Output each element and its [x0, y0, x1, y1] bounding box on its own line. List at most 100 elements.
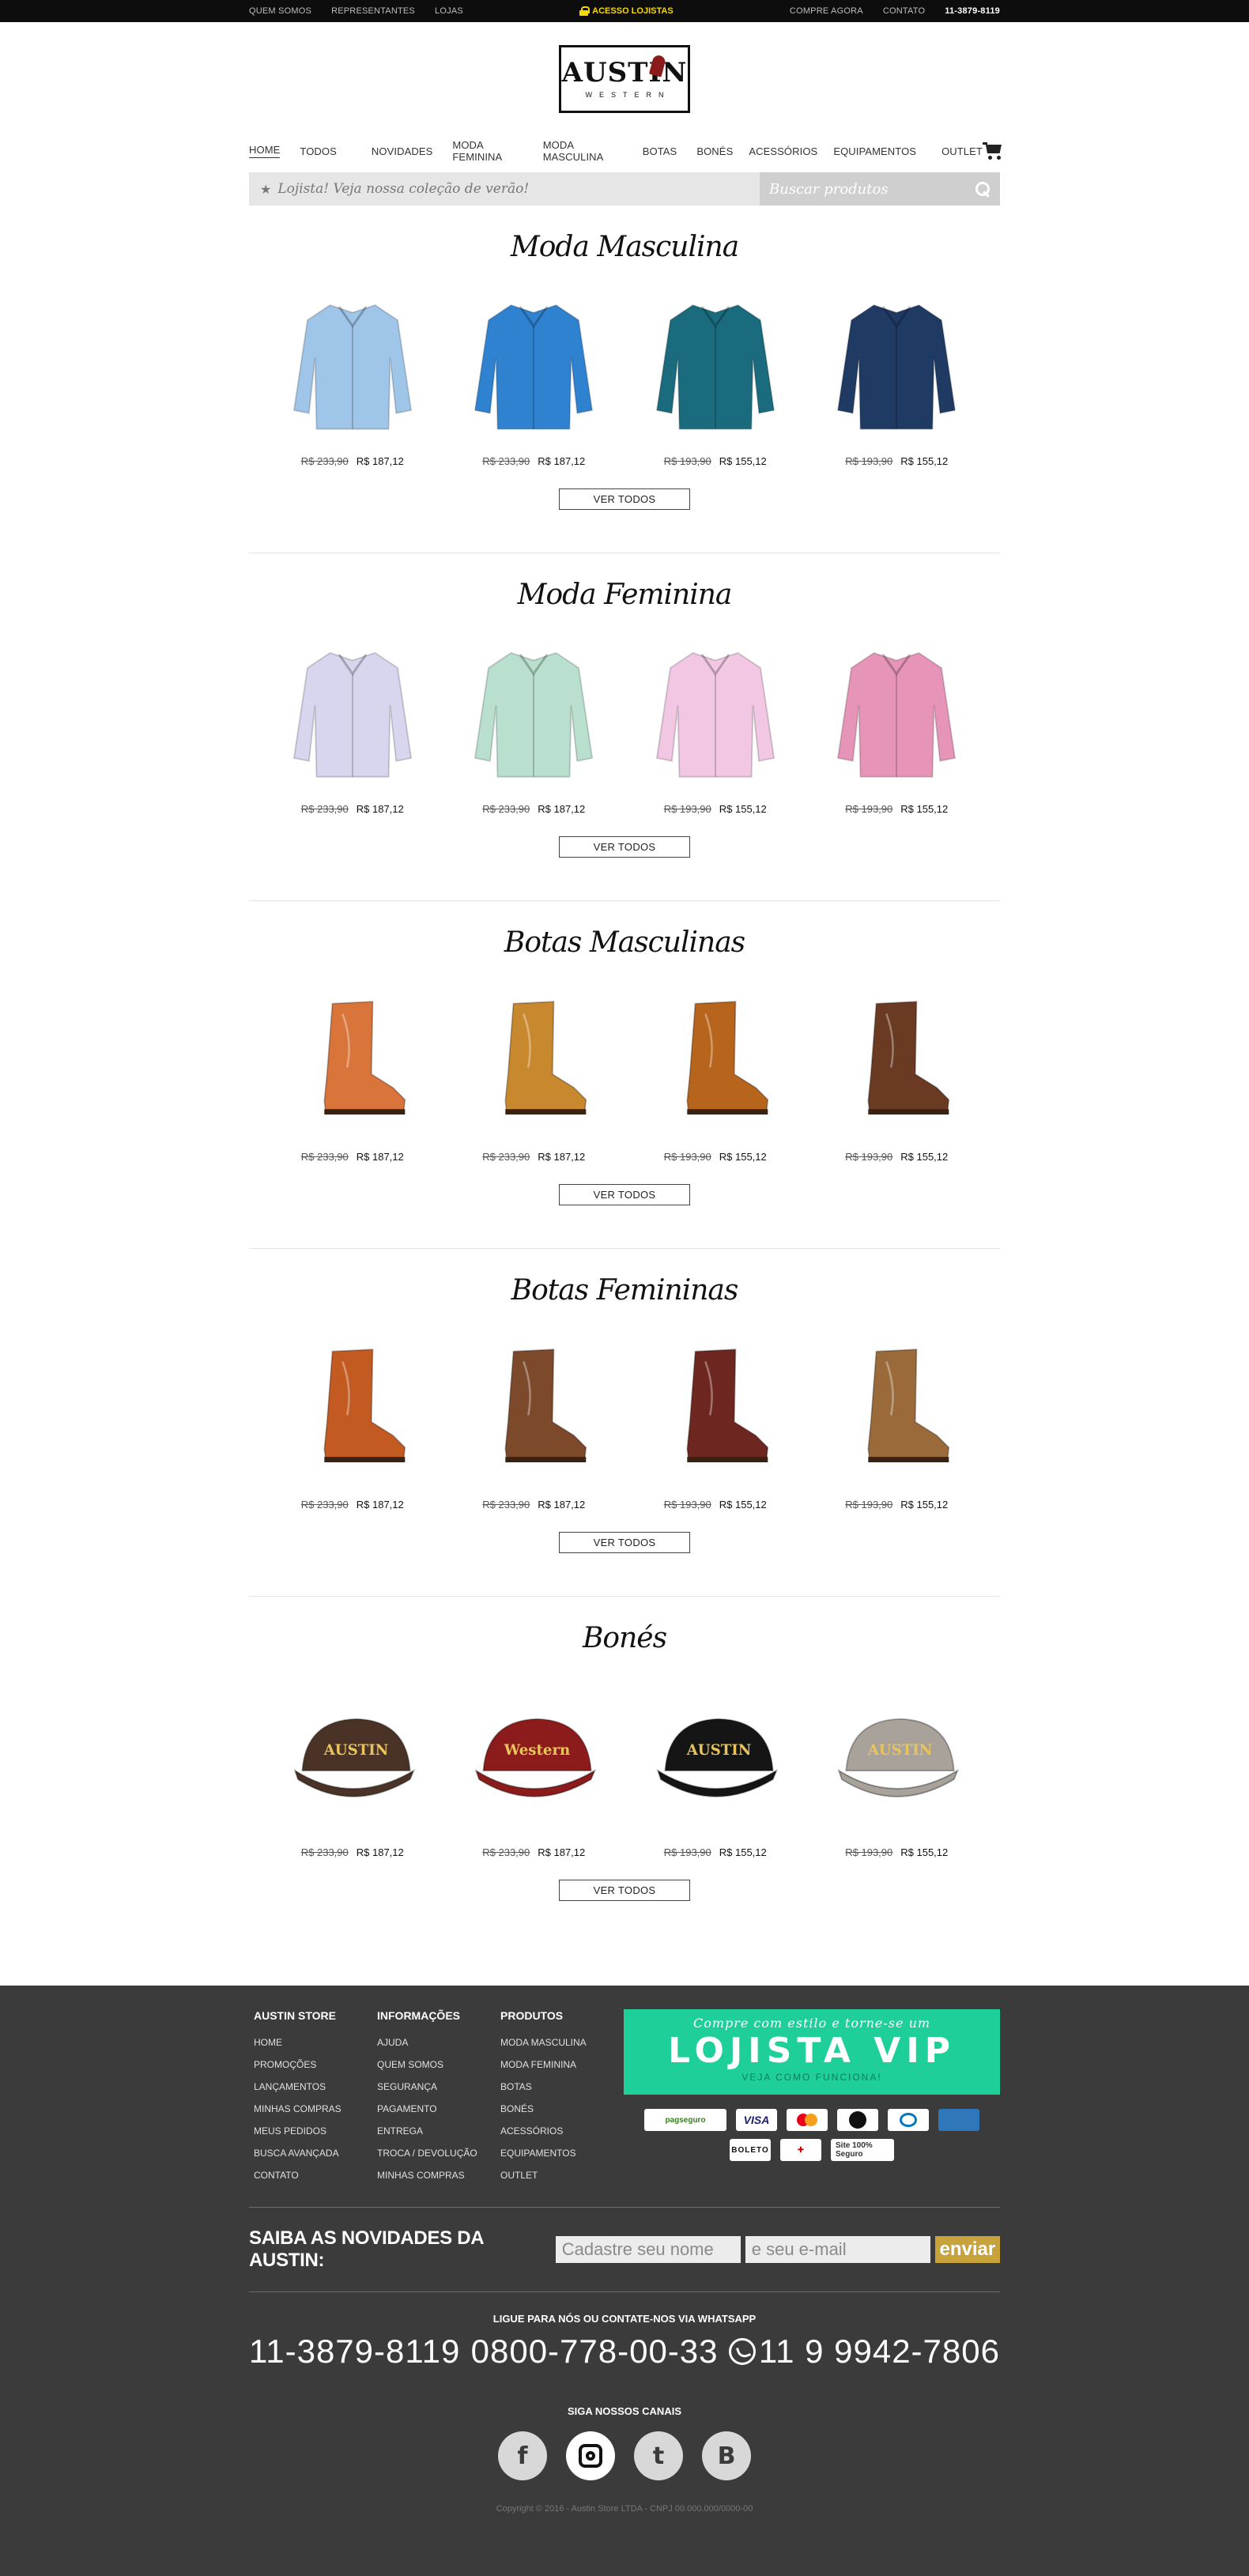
nav-outlet[interactable]: OUTLET [941, 145, 983, 157]
product-card[interactable]: R$ 233,90 R$ 187,12 [447, 1329, 621, 1511]
product-card[interactable]: R$ 193,90 R$ 155,12 [809, 286, 983, 467]
search-icon[interactable] [975, 181, 991, 197]
product-image[interactable] [274, 634, 432, 792]
twitter-icon[interactable]: t [634, 2431, 683, 2480]
footer-link-ajuda[interactable]: AJUDA [377, 2031, 496, 2054]
search-input[interactable] [769, 180, 975, 198]
product-card[interactable]: R$ 193,90 R$ 155,12 [809, 634, 983, 815]
footer-link-equipamentos[interactable]: EQUIPAMENTOS [500, 2142, 619, 2164]
product-card[interactable]: R$ 233,90 R$ 187,12 [266, 286, 440, 467]
product-image[interactable] [636, 982, 794, 1140]
footer-link-moda-feminina[interactable]: MODA FEMININA [500, 2054, 619, 2076]
ver-todos-button[interactable]: VER TODOS [559, 1184, 690, 1205]
top-phone[interactable]: 11-3879-8119 [945, 6, 1000, 16]
austin-logo[interactable]: AUSTIN WESTERN [559, 45, 690, 113]
product-image[interactable] [274, 286, 432, 444]
facebook-icon[interactable]: f [498, 2431, 547, 2480]
product-image[interactable] [817, 982, 975, 1140]
nav-acessorios[interactable]: ACESSÓRIOS [749, 145, 817, 157]
product-card[interactable]: R$ 233,90 R$ 187,12 [447, 982, 621, 1163]
nav-moda-masculina[interactable]: MODA MASCULINA [543, 139, 623, 163]
nav-todos[interactable]: TODOS [300, 145, 337, 157]
product-card[interactable]: Western R$ 233,90 R$ 187,12 [447, 1677, 621, 1858]
whatsapp-phone[interactable]: 11 9 9942-7806 [728, 2333, 1000, 2370]
product-image[interactable]: AUSTIN [636, 1677, 794, 1835]
nav-equipamentos[interactable]: EQUIPAMENTOS [833, 145, 916, 157]
product-image[interactable]: AUSTIN [274, 1677, 432, 1835]
link-contato[interactable]: CONTATO [883, 6, 925, 16]
product-image[interactable] [455, 286, 613, 444]
acesso-lojistas-link[interactable]: ACESSO LOJISTAS [579, 6, 674, 16]
nav-novidades[interactable]: NOVIDADES [372, 145, 432, 157]
footer-link-seguranca[interactable]: SEGURANÇA [377, 2076, 496, 2098]
product-image[interactable] [817, 634, 975, 792]
ver-todos-button[interactable]: VER TODOS [559, 488, 690, 510]
footer-link-entrega[interactable]: ENTREGA [377, 2120, 496, 2142]
footer-link-lancamentos[interactable]: LANÇAMENTOS [254, 2076, 372, 2098]
product-card[interactable]: R$ 193,90 R$ 155,12 [809, 1329, 983, 1511]
footer-link-outlet[interactable]: OUTLET [500, 2164, 619, 2186]
lojista-vip-banner[interactable]: Compre com estilo e torne-se um LOJISTA … [624, 2009, 1000, 2095]
product-card[interactable]: R$ 193,90 R$ 155,12 [628, 1329, 802, 1511]
newsletter-submit-button[interactable]: enviar [934, 2236, 1000, 2263]
nav-botas[interactable]: BOTAS [643, 145, 677, 157]
product-image[interactable] [455, 982, 613, 1140]
product-image[interactable] [636, 634, 794, 792]
footer-link-botas[interactable]: BOTAS [500, 2076, 619, 2098]
product-card[interactable]: R$ 233,90 R$ 187,12 [447, 634, 621, 815]
product-image[interactable] [817, 1329, 975, 1488]
ver-todos-button[interactable]: VER TODOS [559, 1532, 690, 1553]
cart-icon[interactable] [982, 142, 1002, 160]
link-quem-somos[interactable]: QUEM SOMOS [249, 6, 311, 16]
product-image[interactable]: AUSTIN [817, 1677, 975, 1835]
product-image[interactable]: Western [455, 1677, 613, 1835]
nav-moda-feminina[interactable]: MODA FEMININA [452, 139, 523, 163]
nav-home[interactable]: HOME [249, 144, 281, 158]
footer-link-bones[interactable]: BONÉS [500, 2098, 619, 2120]
product-card[interactable]: AUSTIN R$ 193,90 R$ 155,12 [628, 1677, 802, 1858]
product-card[interactable]: R$ 193,90 R$ 155,12 [628, 982, 802, 1163]
footer-link-pagamento[interactable]: PAGAMENTO [377, 2098, 496, 2120]
footer-link-contato[interactable]: CONTATO [254, 2164, 372, 2186]
product-card[interactable]: R$ 233,90 R$ 187,12 [266, 634, 440, 815]
footer-link-busca-avancada[interactable]: BUSCA AVANÇADA [254, 2142, 372, 2164]
link-representantes[interactable]: REPRESENTANTES [331, 6, 415, 16]
product-card[interactable]: R$ 193,90 R$ 155,12 [628, 286, 802, 467]
footer-link-moda-masculina[interactable]: MODA MASCULINA [500, 2031, 619, 2054]
footer-link-troca[interactable]: TROCA / DEVOLUÇÃO [377, 2142, 496, 2164]
footer-link-acessorios[interactable]: ACESSÓRIOS [500, 2120, 619, 2142]
footer-link-minhas-compras[interactable]: MINHAS COMPRAS [254, 2098, 372, 2120]
ver-todos-button[interactable]: VER TODOS [559, 1880, 690, 1901]
product-card[interactable]: AUSTIN R$ 193,90 R$ 155,12 [809, 1677, 983, 1858]
footer-link-promocoes[interactable]: PROMOÇÕES [254, 2054, 372, 2076]
product-card[interactable]: R$ 193,90 R$ 155,12 [628, 634, 802, 815]
footer-link-meus-pedidos[interactable]: MEUS PEDIDOS [254, 2120, 372, 2142]
newsletter-name-input[interactable] [555, 2236, 741, 2263]
product-image[interactable] [636, 286, 794, 444]
footer-link-quem-somos[interactable]: QUEM SOMOS [377, 2054, 496, 2076]
link-compre-agora[interactable]: COMPRE AGORA [790, 6, 863, 16]
product-image[interactable] [817, 286, 975, 444]
product-card[interactable]: R$ 233,90 R$ 187,12 [266, 982, 440, 1163]
product-image[interactable] [274, 982, 432, 1140]
product-card[interactable]: AUSTIN R$ 233,90 R$ 187,12 [266, 1677, 440, 1858]
nav-bones[interactable]: BONÉS [696, 145, 733, 157]
phone-2[interactable]: 0800-778-00-33 [471, 2333, 719, 2370]
product-card[interactable]: R$ 193,90 R$ 155,12 [809, 982, 983, 1163]
product-card[interactable]: R$ 233,90 R$ 187,12 [266, 1329, 440, 1511]
footer-link-minhas-compras-2[interactable]: MINHAS COMPRAS [377, 2164, 496, 2186]
old-price: R$ 193,90 [845, 1846, 893, 1858]
instagram-icon[interactable] [566, 2431, 615, 2480]
link-lojas[interactable]: LOJAS [435, 6, 463, 16]
newsletter-email-input[interactable] [745, 2236, 930, 2263]
product-image[interactable] [455, 1329, 613, 1488]
product-image[interactable] [274, 1329, 432, 1488]
blogger-icon[interactable]: B [702, 2431, 751, 2480]
product-image[interactable] [455, 634, 613, 792]
phone-1[interactable]: 11-3879-8119 [249, 2333, 460, 2370]
ver-todos-button[interactable]: VER TODOS [559, 836, 690, 858]
product-card[interactable]: R$ 233,90 R$ 187,12 [447, 286, 621, 467]
promo-message[interactable]: ★ Lojista! Veja nossa coleção de verão! [249, 181, 760, 197]
footer-link-home[interactable]: HOME [254, 2031, 372, 2054]
product-image[interactable] [636, 1329, 794, 1488]
